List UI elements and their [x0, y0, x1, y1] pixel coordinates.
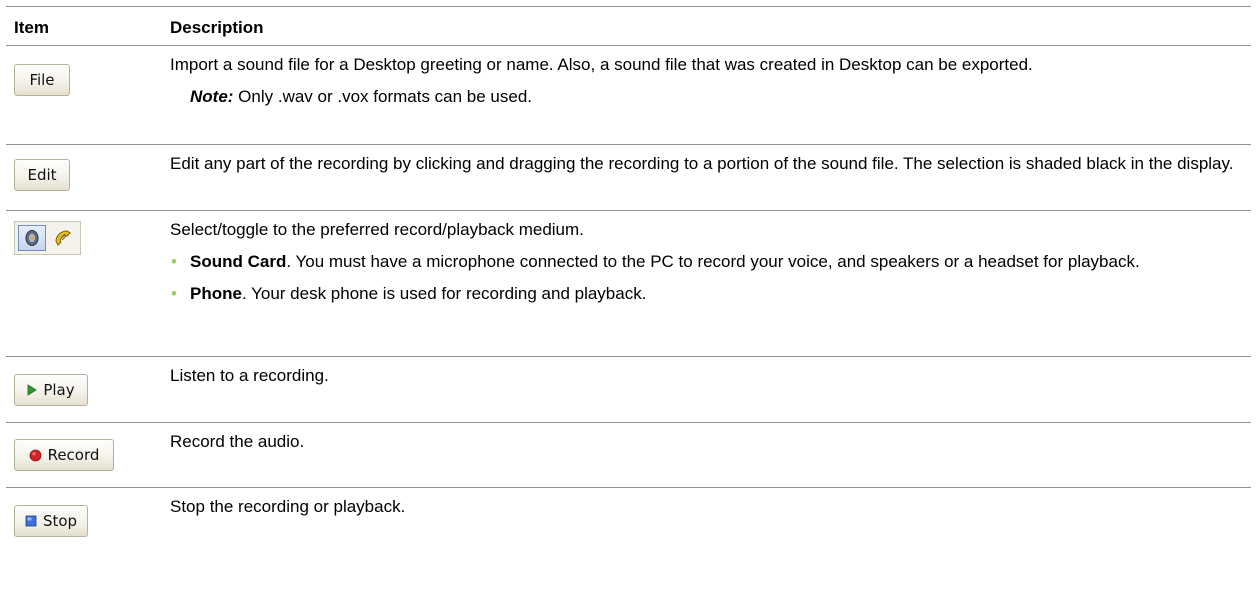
note-label: Note: [190, 87, 234, 106]
item-cell [14, 221, 81, 255]
bullet-term: Sound Card [190, 252, 287, 271]
file-description: Import a sound file for a Desktop greeti… [170, 55, 1033, 74]
note-text: Only .wav or .vox formats can be used. [233, 87, 533, 106]
bullet-text: . Your desk phone is used for recording … [241, 284, 647, 303]
speaker-icon [23, 229, 41, 247]
edit-button-label: Edit [27, 166, 57, 184]
table-row-medium: Select/toggle to the preferred record/pl… [6, 211, 1251, 357]
column-header-item: Item [14, 18, 49, 37]
item-cell: Record [14, 439, 114, 471]
stop-icon [25, 515, 37, 527]
item-cell: Stop [14, 505, 88, 537]
file-button-label: File [29, 71, 55, 89]
description-cell: Import a sound file for a Desktop greeti… [170, 53, 1242, 109]
medium-options-list: • Sound Card. You must have a microphone… [170, 250, 1242, 306]
bullet-term: Phone [190, 284, 242, 303]
item-description-table: Item Description File Import a sound fil… [6, 6, 1251, 554]
table-row-edit: Edit Edit any part of the recording by c… [6, 145, 1251, 211]
stop-button[interactable]: Stop [14, 505, 88, 537]
medium-description: Select/toggle to the preferred record/pl… [170, 220, 584, 239]
description-cell: Select/toggle to the preferred record/pl… [170, 218, 1242, 314]
item-cell: File [14, 64, 70, 96]
medium-toggle-group [14, 221, 81, 255]
bullet-icon: • [171, 252, 177, 271]
sound-card-toggle[interactable] [18, 225, 46, 251]
record-button-label: Record [47, 446, 100, 464]
play-button[interactable]: Play [14, 374, 88, 406]
phone-toggle[interactable] [49, 225, 77, 251]
table-row-record: Record Record the audio. [6, 423, 1251, 488]
record-icon [29, 449, 42, 462]
record-description: Record the audio. [170, 432, 305, 451]
phone-icon [53, 228, 73, 248]
description-cell: Edit any part of the recording by clicki… [170, 152, 1242, 176]
table-row-play: Play Listen to a recording. [6, 357, 1251, 423]
play-description: Listen to a recording. [170, 366, 329, 385]
description-cell: Stop the recording or playback. [170, 495, 1242, 519]
table-row-stop: Stop Stop the recording or playback. [6, 488, 1251, 554]
bullet-icon: • [171, 284, 177, 303]
edit-description: Edit any part of the recording by clicki… [170, 154, 1234, 173]
stop-button-label: Stop [42, 512, 78, 530]
item-cell: Edit [14, 159, 70, 191]
description-cell: Record the audio. [170, 430, 1242, 454]
item-cell: Play [14, 374, 88, 406]
file-button[interactable]: File [14, 64, 70, 96]
description-cell: Listen to a recording. [170, 364, 1242, 388]
table-header-row: Item Description [6, 6, 1251, 46]
table-row-file: File Import a sound file for a Desktop g… [6, 46, 1251, 145]
play-button-label: Play [43, 381, 75, 399]
bullet-text: . You must have a microphone connected t… [286, 252, 1140, 271]
column-header-description: Description [170, 18, 264, 37]
list-item: • Phone. Your desk phone is used for rec… [170, 282, 1242, 306]
play-icon [27, 384, 38, 396]
list-item: • Sound Card. You must have a microphone… [170, 250, 1242, 274]
edit-button[interactable]: Edit [14, 159, 70, 191]
stop-description: Stop the recording or playback. [170, 497, 406, 516]
note: Note: Only .wav or .vox formats can be u… [170, 85, 1242, 109]
record-button[interactable]: Record [14, 439, 114, 471]
